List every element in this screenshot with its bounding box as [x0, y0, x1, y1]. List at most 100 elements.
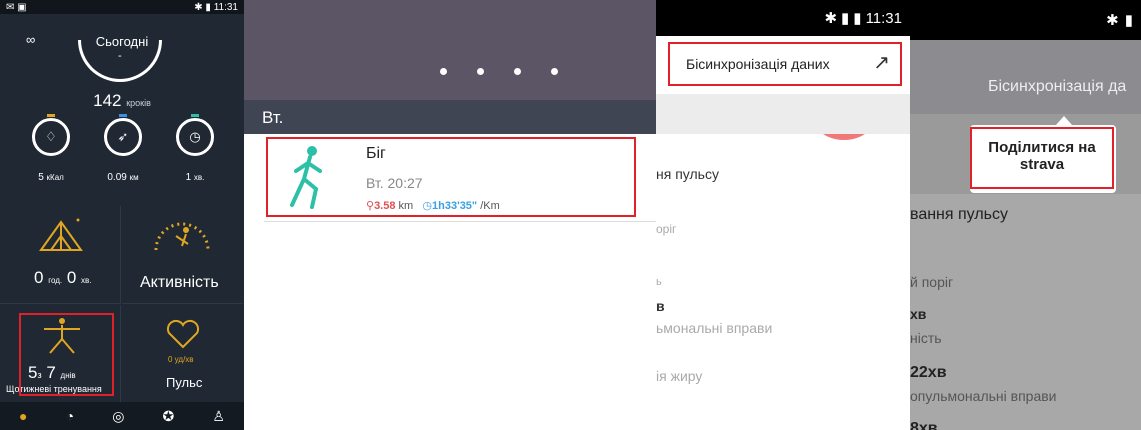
bluetooth-icon: ✱: [1106, 12, 1119, 29]
status-right: ✱ ▮ 11:31: [194, 1, 238, 13]
share-strava-button[interactable]: Поділитися на strava: [970, 127, 1114, 189]
page-dot: [551, 68, 558, 75]
runner-icon: [290, 146, 322, 209]
clock-icon: ◷: [189, 129, 201, 144]
pulse-label: Пульс: [166, 375, 203, 390]
share-icon: ↗: [873, 52, 890, 74]
threshold-label: й поріг: [910, 274, 954, 290]
sleep-tile[interactable]: 0 год. 0 хв.: [0, 206, 121, 304]
distance-value: 3.58: [374, 200, 396, 212]
activity-tile[interactable]: Активність: [122, 206, 243, 304]
fat-burn-value: 8хв: [910, 420, 938, 430]
pace-clock-icon: ◷: [422, 200, 432, 212]
flame-icon: ♢: [45, 129, 57, 144]
heart-icon: [166, 319, 200, 349]
sleep-minutes-unit: хв.: [81, 276, 92, 285]
pace-unit: /Km: [480, 200, 500, 212]
notification-icons: ✉ ▣: [6, 1, 27, 13]
detail-sync-screen: ✱ ▮ ▮ 11:31 Біcинхронізація даних ↗ ня пуль…: [656, 0, 910, 430]
share-line-1: Поділитися на: [988, 139, 1096, 156]
activity-stats: ⚲3.58 km ◷1h33'35" /Km: [366, 199, 500, 212]
time-value: 1: [185, 172, 192, 183]
steps-goal-dash: -: [118, 50, 122, 62]
distance-unit: км: [129, 173, 139, 182]
distance-unit: km: [398, 200, 414, 212]
nav-sync-icon[interactable]: ◎: [112, 408, 124, 425]
share-tooltip-screen: ✱ ▮ Біcинхронізація да вання пульсу й пор…: [910, 0, 1141, 430]
highlight-weekly-training: [19, 313, 114, 396]
activity-title: Біг: [366, 145, 386, 162]
time-label: 1 хв.: [165, 172, 225, 183]
share-line-2: strava: [1019, 156, 1065, 173]
cardio-label: ьмональні вправи: [656, 320, 773, 336]
nav-timer-icon[interactable]: ◔: [66, 408, 74, 424]
distance-ring[interactable]: ➶: [104, 118, 142, 156]
activity-row[interactable]: Біг Вт. 20:27 ⚲3.58 km ◷1h33'35" /Km: [266, 137, 636, 217]
tent-icon: [39, 218, 83, 251]
tooltip-arrow: [1056, 116, 1072, 125]
pace-value: 1h33'35": [432, 200, 478, 212]
dimmed-content: вання пульсу й поріг хв ність 22хв опуль…: [910, 194, 1141, 430]
distance-progress-tick: [119, 114, 127, 117]
steps-count: 142 кроків: [0, 91, 244, 111]
activity-list-screen: Вт. Біг Вт. 20:27 ⚲3.58 km ◷1h33'35" /Km: [244, 0, 656, 430]
header-area: [244, 0, 656, 100]
status-bar: ✉ ▣ ✱ ▮ 11:31: [0, 0, 244, 14]
grey-band: [656, 94, 910, 134]
runner-icon: ➶: [117, 129, 129, 144]
page-dot: [440, 68, 447, 75]
zone-label: ь: [656, 276, 662, 288]
activity-figure-icon: [154, 222, 210, 251]
calories-ring[interactable]: ♢: [32, 118, 70, 156]
pulse-tile[interactable]: 0 уд/хв Пульс: [122, 305, 243, 403]
divider: [264, 221, 656, 222]
page-indicator: [440, 68, 558, 75]
share-tooltip: Поділитися на strava: [970, 125, 1116, 193]
time-progress-tick: [191, 114, 199, 117]
nav-achievements-icon[interactable]: ✪: [163, 408, 175, 425]
sync-label: Біcинхронізація да: [988, 78, 1127, 95]
sleep-minutes: 0: [66, 268, 77, 287]
calories-value: 5: [38, 172, 44, 183]
status-time: 11:31: [213, 1, 238, 13]
fat-burn-label: ія жиру: [656, 368, 703, 384]
sleep-hours-unit: год.: [48, 276, 63, 285]
signal-icon: ▮: [841, 10, 850, 27]
status-bar: ✱ ▮ ▮ 11:31: [656, 0, 910, 36]
pulse-value: 0 уд/хв: [168, 355, 194, 364]
time-unit: хв.: [193, 173, 205, 182]
pulse-label: ня пульсу: [656, 166, 719, 182]
nav-home-icon[interactable]: ●: [19, 408, 27, 424]
today-screen: ✉ ▣ ✱ ▮ 11:31 ∞ Сьогодні - 142 кроків ♢ …: [0, 0, 244, 430]
activity-date: Вт. 20:27: [366, 175, 423, 191]
page-dot: [514, 68, 521, 75]
calories-progress-tick: [47, 114, 55, 117]
threshold-label: оріг: [656, 222, 677, 236]
cardio-label: опульмональні вправи: [910, 388, 1057, 404]
nav-profile-icon[interactable]: ♙: [212, 408, 225, 425]
zone-value: хв: [910, 306, 927, 322]
sleep-hours: 0: [34, 268, 44, 287]
cardio-value: 22хв: [910, 364, 947, 381]
bluetooth-icon: ✱: [824, 10, 838, 27]
steps-value: 142: [93, 91, 122, 110]
status-time: 11:31: [865, 9, 902, 27]
screenshot-collage: ✉ ▣ ✱ ▮ 11:31 ∞ Сьогодні - 142 кроків ♢ …: [0, 0, 1141, 430]
sync-button[interactable]: Біcинхронізація даних ↗: [668, 42, 902, 86]
distance-label: 0.09 км: [93, 172, 153, 183]
status-bar: ✱ ▮: [910, 0, 1141, 40]
signal-icon: ▮: [1124, 12, 1133, 29]
time-ring[interactable]: ◷: [176, 118, 214, 156]
pulse-label: вання пульсу: [910, 206, 1008, 223]
steps-unit: кроків: [126, 98, 151, 108]
page-dot: [477, 68, 484, 75]
sleep-value: 0 год. 0 хв.: [34, 268, 92, 288]
distance-value: 0.09: [107, 172, 127, 183]
calories-unit: кКал: [46, 173, 64, 182]
day-header: Вт.: [244, 100, 656, 134]
battery-icon: ▮: [853, 10, 862, 27]
activity-label: Активність: [140, 274, 219, 291]
sync-label: Біcинхронізація даних: [686, 56, 830, 72]
zone-value: в: [656, 298, 665, 314]
header-bar: [910, 40, 1141, 114]
